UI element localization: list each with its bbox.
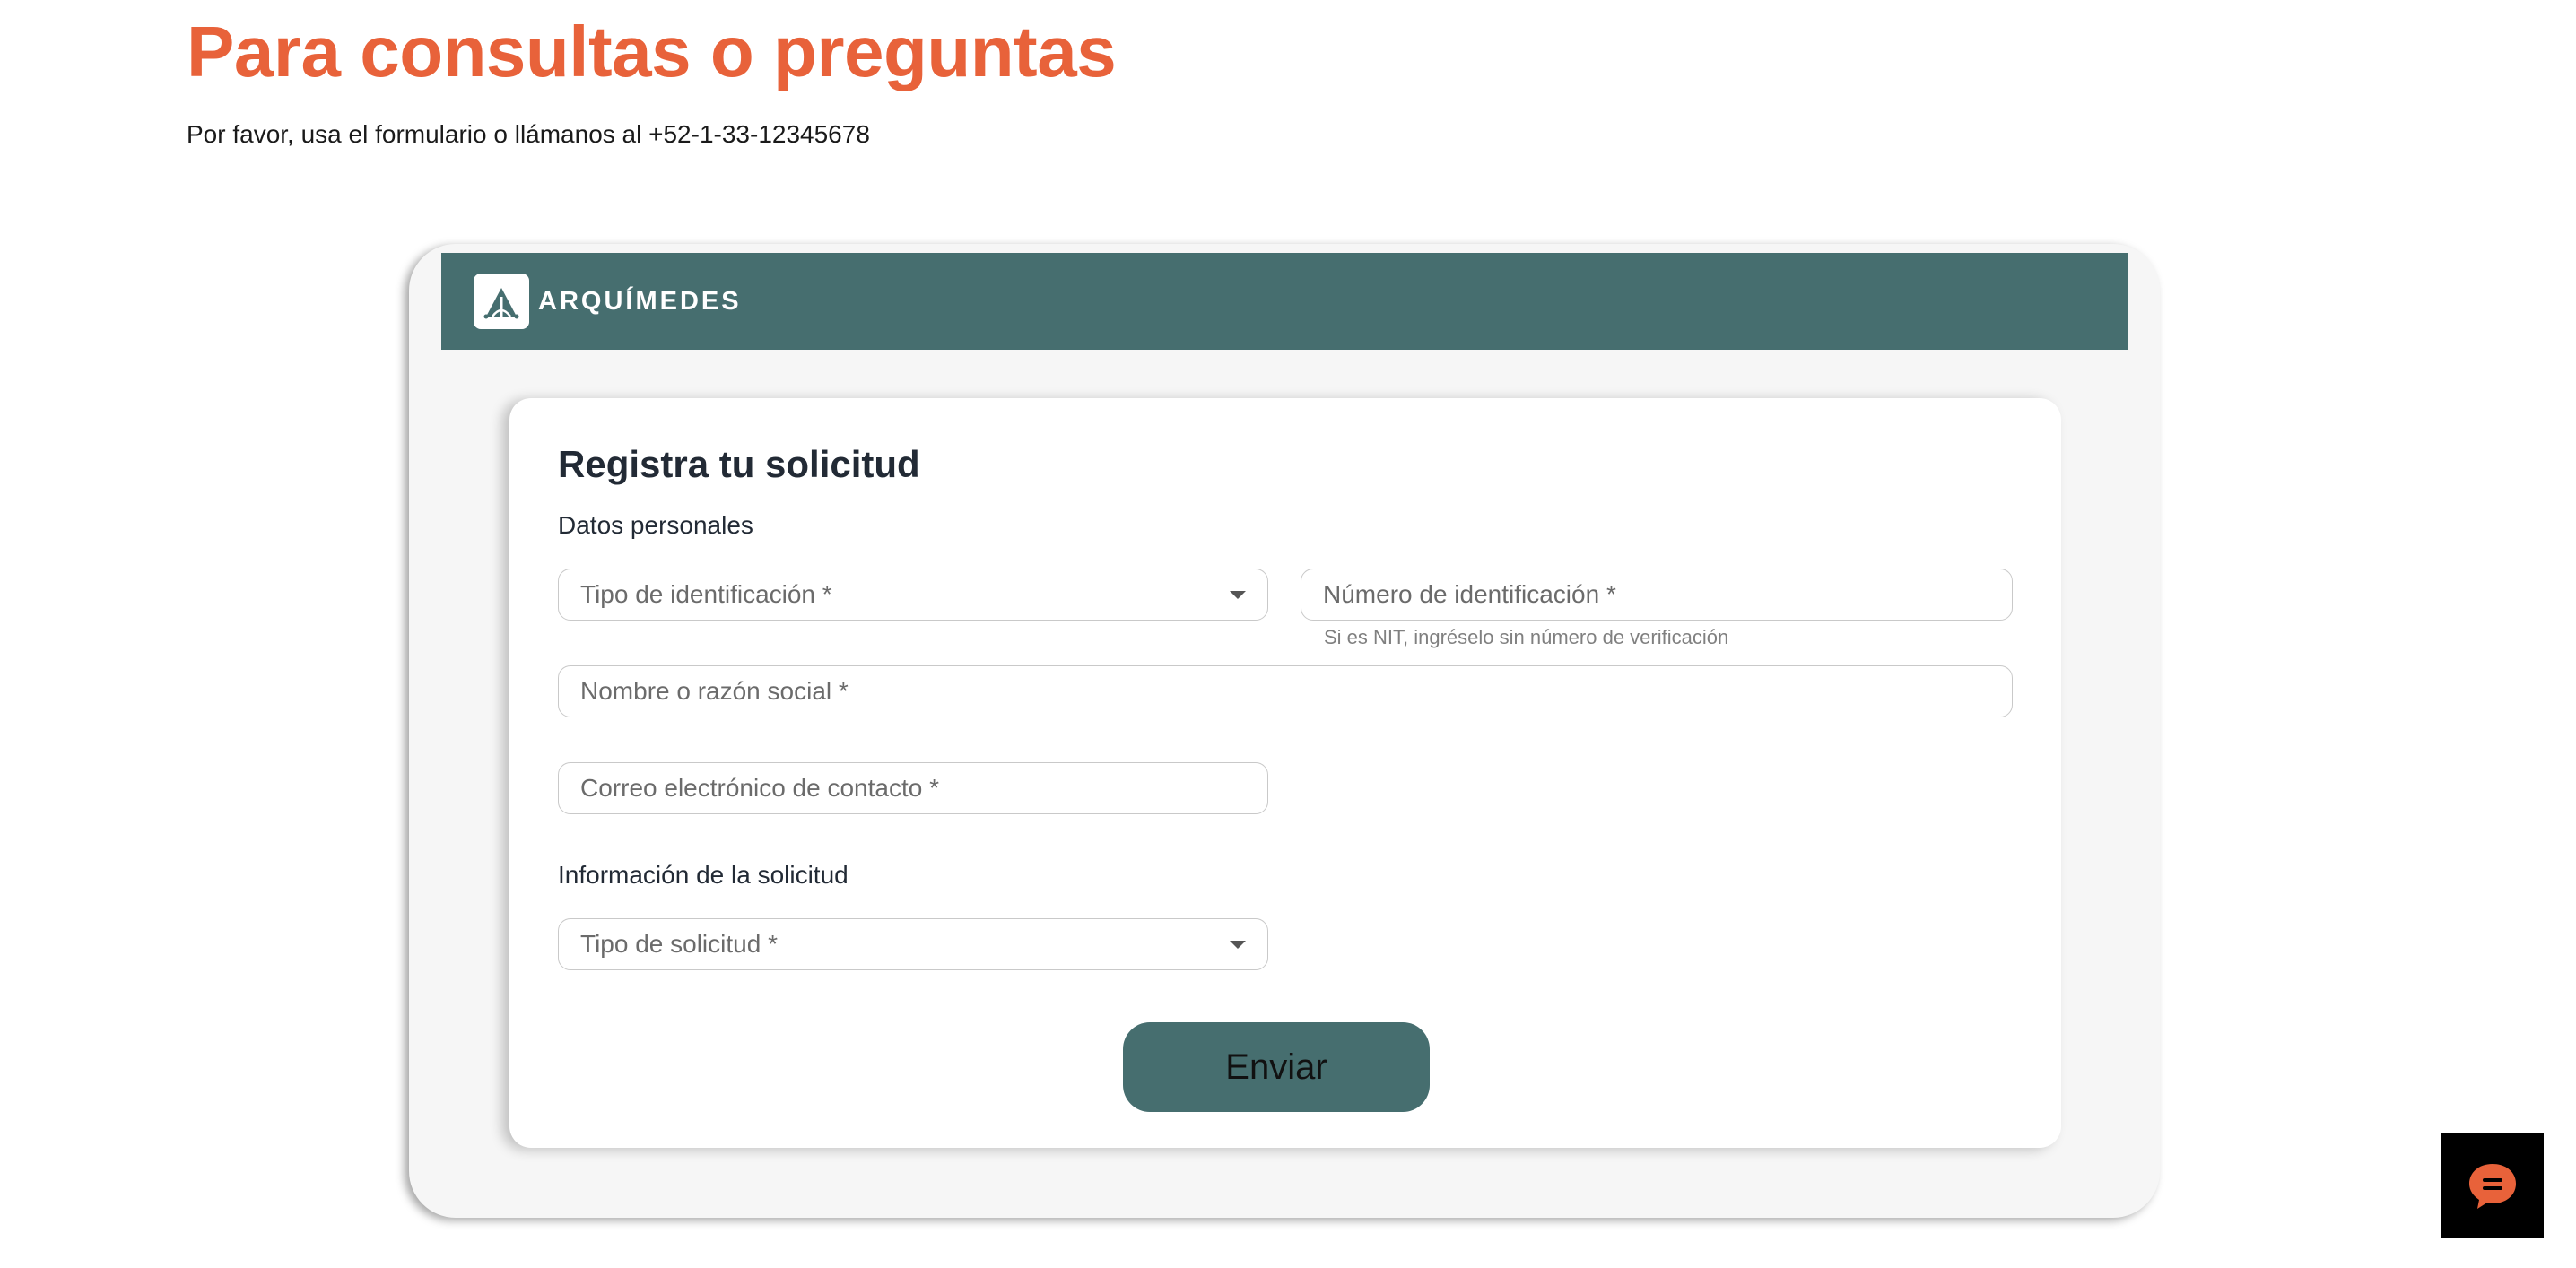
brand-header: ARQUÍMEDES [441,253,2128,350]
page: Para consultas o preguntas Por favor, us… [0,0,2576,1268]
page-title: Para consultas o preguntas [187,12,1117,91]
name-placeholder: Nombre o razón social * [580,677,849,705]
form-frame: ARQUÍMEDES Registra tu solicitud Datos p… [409,244,2160,1218]
request-type-select[interactable]: Tipo de solicitud * [558,918,1268,970]
name-input[interactable]: Nombre o razón social * [558,665,2013,717]
email-placeholder: Correo electrónico de contacto * [580,774,939,802]
email-input[interactable]: Correo electrónico de contacto * [558,762,1268,814]
id-number-placeholder: Número de identificación * [1323,580,1616,608]
id-number-input[interactable]: Número de identificación * [1301,569,2013,621]
brand-name: ARQUÍMEDES [538,286,742,316]
section-request-info: Información de la solicitud [558,861,849,889]
chat-launcher-button[interactable] [2441,1133,2544,1238]
id-type-select[interactable]: Tipo de identificación * [558,569,1268,621]
section-personal-data: Datos personales [558,511,753,539]
id-type-placeholder: Tipo de identificación * [580,580,832,608]
chevron-down-icon [1230,941,1246,949]
submit-button[interactable]: Enviar [1123,1022,1430,1112]
request-form: Registra tu solicitud Datos personales T… [509,398,2061,1148]
page-subtitle: Por favor, usa el formulario o llámanos … [187,120,870,148]
request-type-placeholder: Tipo de solicitud * [580,930,778,958]
arch-logo-icon [474,274,529,329]
id-number-helper: Si es NIT, ingréselo sin número de verif… [1324,626,1729,648]
form-title: Registra tu solicitud [558,443,920,485]
chat-bubble-icon [2469,1164,2516,1209]
chevron-down-icon [1230,591,1246,599]
